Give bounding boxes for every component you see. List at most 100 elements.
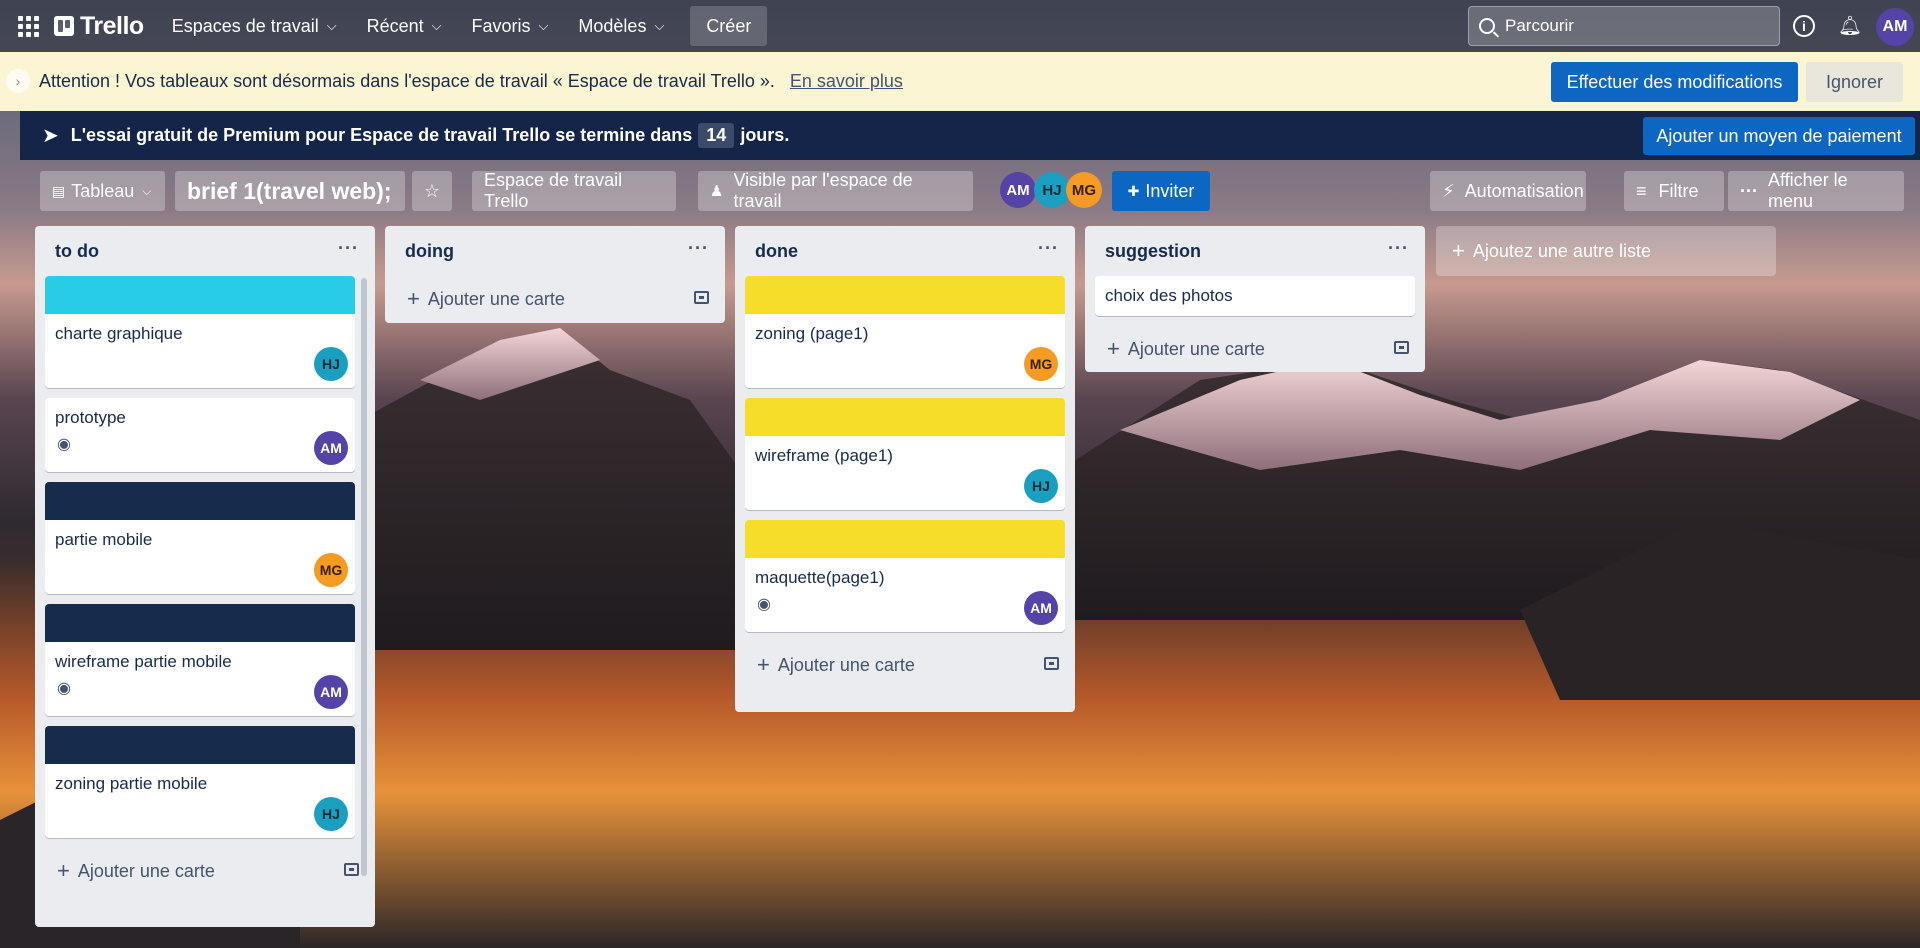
- search-input[interactable]: Parcourir: [1468, 6, 1780, 46]
- list-header[interactable]: doing ···: [385, 226, 725, 276]
- list-menu-icon[interactable]: ···: [688, 238, 709, 259]
- list-header[interactable]: done ···: [735, 226, 1075, 276]
- card-footer: HJ: [745, 466, 1065, 510]
- list-menu-icon[interactable]: ···: [338, 238, 359, 259]
- info-icon[interactable]: i: [1793, 15, 1815, 37]
- card[interactable]: partie mobile MG: [45, 482, 355, 594]
- list-to-do: to do ··· charte graphique HJ prototype …: [35, 226, 375, 927]
- chevron-down-icon: ⌵: [326, 18, 337, 33]
- plus-icon: +: [757, 652, 770, 677]
- add-card-button[interactable]: + Ajouter une carte: [35, 848, 375, 894]
- visibility-button[interactable]: ♟ Visible par l'espace de travail: [698, 170, 973, 211]
- card-cover: [45, 276, 355, 314]
- nav-recent[interactable]: Récent ⌵: [355, 6, 454, 46]
- plus-icon: +: [57, 858, 70, 883]
- card-cover: [745, 398, 1065, 436]
- invite-button[interactable]: ✚ Inviter: [1112, 171, 1210, 211]
- card[interactable]: charte graphique HJ: [45, 276, 355, 388]
- plus-icon: +: [1107, 336, 1120, 361]
- ignore-button[interactable]: Ignorer: [1806, 62, 1903, 102]
- watch-eye-icon: ◉: [57, 436, 71, 453]
- nav-templates[interactable]: Modèles ⌵: [566, 6, 676, 46]
- list-title: to do: [55, 240, 99, 261]
- visibility-label: Visible par l'espace de travail: [733, 170, 913, 211]
- list-title: doing: [405, 240, 454, 261]
- filter-icon: ≡: [1636, 180, 1647, 201]
- card-title: charte graphique: [55, 324, 183, 343]
- chevron-down-icon: ⌵: [654, 18, 665, 33]
- card[interactable]: wireframe partie mobile ◉ AM: [45, 604, 355, 716]
- card[interactable]: wireframe (page1) HJ: [745, 398, 1065, 510]
- plus-icon: +: [1452, 238, 1465, 263]
- card-title: prototype: [55, 408, 126, 427]
- star-icon[interactable]: ☆: [412, 171, 452, 211]
- list-header[interactable]: to do ···: [35, 226, 375, 276]
- card[interactable]: zoning (page1) MG: [745, 276, 1065, 388]
- list-menu-icon[interactable]: ···: [1388, 238, 1409, 259]
- nav-favorites[interactable]: Favoris ⌵: [460, 6, 561, 46]
- expand-sidebar-icon[interactable]: ›: [6, 69, 30, 93]
- card-cover: [45, 604, 355, 642]
- card-title: zoning partie mobile: [55, 774, 208, 793]
- view-label: Tableau: [71, 180, 135, 201]
- member-avatar[interactable]: AM: [1000, 172, 1036, 208]
- card-container: charte graphique HJ prototype ◉ AM parti…: [35, 276, 355, 838]
- view-switcher[interactable]: ▤ Tableau ⌵: [40, 171, 165, 211]
- card-template-icon[interactable]: [694, 291, 709, 304]
- card-template-icon[interactable]: [1044, 657, 1059, 670]
- card[interactable]: maquette(page1) ◉ AM: [745, 520, 1065, 632]
- card-member-avatar[interactable]: MG: [314, 553, 348, 587]
- lightning-icon: ⚡︎: [1442, 180, 1455, 201]
- trello-logo[interactable]: Trello: [54, 12, 144, 41]
- make-changes-button[interactable]: Effectuer des modifications: [1551, 62, 1798, 102]
- learn-more-link[interactable]: En savoir plus: [790, 71, 903, 92]
- card[interactable]: zoning partie mobile HJ: [45, 726, 355, 838]
- list-menu-icon[interactable]: ···: [1038, 238, 1059, 259]
- nav-favorites-label: Favoris: [471, 15, 531, 36]
- add-payment-button[interactable]: Ajouter un moyen de paiement: [1643, 117, 1915, 155]
- card-member-avatar[interactable]: HJ: [314, 797, 348, 831]
- card-cover: [45, 482, 355, 520]
- list-suggestion: suggestion ··· choix des photos + Ajoute…: [1085, 226, 1425, 372]
- card-template-icon[interactable]: [1394, 341, 1409, 354]
- filter-button[interactable]: ≡ Filtre: [1624, 171, 1724, 211]
- automation-button[interactable]: ⚡︎ Automatisation: [1430, 171, 1586, 211]
- warning-text: Attention ! Vos tableaux sont désormais …: [39, 71, 775, 91]
- card[interactable]: prototype ◉ AM: [45, 398, 355, 472]
- card-member-avatar[interactable]: MG: [1024, 347, 1058, 381]
- top-navigation: Trello Espaces de travail ⌵ Récent ⌵ Fav…: [0, 0, 1920, 52]
- card-footer: ◉ AM: [745, 588, 1065, 632]
- card-member-avatar[interactable]: HJ: [314, 347, 348, 381]
- add-list-button[interactable]: + Ajoutez une autre liste: [1436, 226, 1776, 276]
- card-member-avatar[interactable]: AM: [314, 431, 348, 465]
- notification-bell-icon[interactable]: 🔔︎: [1838, 14, 1862, 38]
- workspace-button[interactable]: Espace de travail Trello: [472, 170, 676, 211]
- add-card-button[interactable]: + Ajouter une carte: [1085, 326, 1425, 372]
- show-menu-button[interactable]: ··· Afficher le menu: [1728, 170, 1904, 211]
- card-member-avatar[interactable]: AM: [1024, 591, 1058, 625]
- add-card-button[interactable]: + Ajouter une carte: [735, 642, 1075, 688]
- create-button[interactable]: Créer: [690, 6, 768, 46]
- show-menu-label: Afficher le menu: [1767, 170, 1848, 211]
- user-avatar[interactable]: AM: [1876, 8, 1914, 46]
- card-member-avatar[interactable]: HJ: [1024, 469, 1058, 503]
- watch-eye-icon: ◉: [757, 596, 771, 613]
- card-title: maquette(page1): [755, 568, 885, 587]
- card[interactable]: choix des photos: [1095, 276, 1415, 316]
- trial-days-badge: 14: [698, 123, 735, 148]
- chevron-down-icon: ⌵: [142, 183, 152, 198]
- board-title[interactable]: brief 1(travel web);: [175, 171, 405, 211]
- list-header[interactable]: suggestion ···: [1085, 226, 1425, 276]
- list-scrollbar[interactable]: [361, 278, 367, 876]
- search-placeholder: Parcourir: [1505, 16, 1574, 35]
- add-person-icon: ✚: [1127, 182, 1140, 199]
- premium-trial-banner: ➤ L'essai gratuit de Premium pour Espace…: [20, 111, 1920, 160]
- app-switcher-icon[interactable]: [16, 14, 40, 38]
- card-template-icon[interactable]: [344, 863, 359, 876]
- card-member-avatar[interactable]: AM: [314, 675, 348, 709]
- add-card-button[interactable]: + Ajouter une carte: [385, 276, 725, 322]
- automation-label: Automatisation: [1464, 180, 1584, 201]
- member-avatar[interactable]: HJ: [1034, 172, 1070, 208]
- member-avatar[interactable]: MG: [1066, 172, 1102, 208]
- nav-workspaces[interactable]: Espaces de travail ⌵: [160, 6, 349, 46]
